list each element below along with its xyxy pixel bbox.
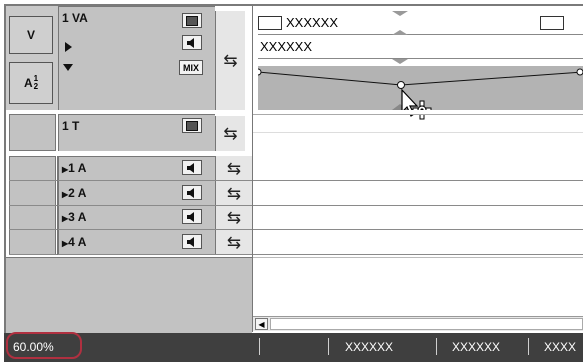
audio-track-2-name: ▶2 A (62, 186, 87, 200)
collapse-triangle-icon[interactable] (63, 64, 73, 71)
audio-track-4-label: 4 A (68, 235, 87, 249)
audio-track-row-2 (9, 181, 583, 206)
audio-track-row-3 (9, 206, 583, 230)
audio-track-1-name: ▶1 A (62, 161, 87, 175)
audio-track-2-label: 2 A (68, 186, 87, 200)
audio-track-3-label: 3 A (68, 210, 87, 224)
scroll-left-icon[interactable]: ◀ (255, 318, 268, 330)
t-track-name: 1 T (62, 119, 80, 133)
track-gap-2 (6, 151, 583, 155)
status-bar: 60.00% XXXXXX XXXXXX XXXX (4, 333, 583, 362)
audio-track-3-name: ▶3 A (62, 210, 87, 224)
v-track-button[interactable]: V (9, 16, 53, 54)
timecode-1: XXXXXX (345, 340, 394, 354)
audio-1-sync-icon[interactable]: ⇆ (219, 156, 249, 181)
marker-mid-icon (392, 30, 408, 35)
audio-4-speaker-icon[interactable] (182, 234, 202, 249)
v-track-label: V (26, 28, 35, 42)
va-sync-lock-icon[interactable]: ⇆ (215, 11, 245, 110)
audio-track-row-1 (9, 156, 583, 181)
video-monitor-icon[interactable] (182, 13, 202, 28)
mix-label: MIX (182, 62, 199, 73)
t-track-select[interactable] (9, 114, 56, 151)
clip-upper-name: XXXXXX (286, 15, 339, 30)
timecode-2: XXXXXX (452, 340, 501, 354)
t-sync-lock-icon[interactable]: ⇆ (215, 116, 245, 151)
timecode-3: XXXX (544, 340, 577, 354)
clip-lower[interactable]: XXXXXX (258, 36, 583, 59)
a-track-sub: 2 (33, 82, 39, 91)
audio-4-sync-icon[interactable]: ⇆ (219, 230, 249, 255)
marker-low-icon (392, 59, 408, 64)
audio-3-speaker-icon[interactable] (182, 209, 202, 224)
clip-lower-name: XXXXXX (260, 39, 313, 54)
clip-thumbnail-icon (258, 16, 282, 30)
clip-upper[interactable]: XXXXXX (258, 11, 583, 35)
empty-header-area (6, 257, 252, 333)
title-monitor-icon[interactable] (182, 118, 202, 133)
expand-triangle-icon[interactable] (65, 42, 72, 52)
marker-top-icon (392, 11, 408, 16)
va-track-name: 1 VA (62, 11, 88, 25)
audio-track-row-4 (9, 230, 583, 255)
audio-2-sync-icon[interactable]: ⇆ (219, 181, 249, 206)
mix-button[interactable]: MIX (179, 60, 203, 75)
zoom-highlight[interactable] (6, 332, 82, 359)
audio-track-1-label: 1 A (68, 161, 87, 175)
audio-2-speaker-icon[interactable] (182, 185, 202, 200)
horizontal-scrollbar[interactable]: ◀ (253, 316, 583, 331)
clip-end-thumbnail-icon (540, 16, 564, 30)
audio-1-speaker-icon[interactable] (182, 160, 202, 175)
scroll-thumb[interactable] (270, 318, 583, 330)
t-clip-area[interactable] (253, 114, 583, 151)
audio-track-4-name: ▶4 A (62, 235, 87, 249)
audio-3-sync-icon[interactable]: ⇆ (219, 206, 249, 230)
a-track-label: A (23, 76, 33, 90)
speaker-icon[interactable] (182, 35, 202, 50)
a-track-button[interactable]: A 1 2 (9, 62, 53, 104)
